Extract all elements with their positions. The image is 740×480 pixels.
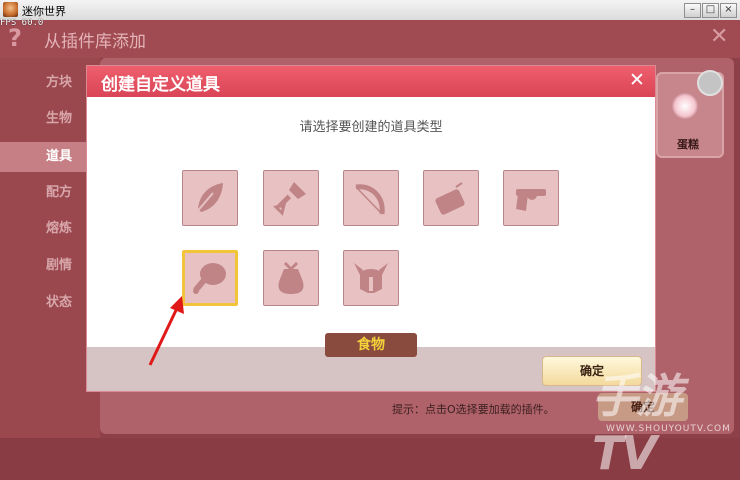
app-icon xyxy=(3,2,18,17)
window-close-button[interactable]: × xyxy=(720,3,737,18)
sidebar-item-recipes[interactable]: 配方 xyxy=(0,178,96,208)
shovel-icon xyxy=(273,182,306,216)
bow-icon xyxy=(355,184,385,215)
sidebar-item-story[interactable]: 剧情 xyxy=(0,251,96,281)
hint-text: 提示：点击O选择要加载的插件。 xyxy=(392,403,555,416)
maximize-button[interactable]: □ xyxy=(702,3,719,18)
annotation-arrow-icon xyxy=(148,296,184,366)
meat-drumstick-icon xyxy=(193,263,226,294)
type-tile-shovel[interactable] xyxy=(263,170,319,226)
selected-type-label: 食物 xyxy=(325,333,417,357)
plugin-select-toggle[interactable] xyxy=(697,70,723,96)
dynamite-icon xyxy=(435,182,465,215)
dialog-prompt: 请选择要创建的道具类型 xyxy=(299,120,443,135)
dialog-title: 创建自定义道具 xyxy=(101,75,220,95)
watermark-logo: 手游TV xyxy=(592,369,682,480)
type-tile-bag[interactable] xyxy=(263,250,319,306)
feather-icon xyxy=(194,183,223,215)
type-tile-bow[interactable] xyxy=(343,170,399,226)
sidebar-item-items[interactable]: 道具 xyxy=(0,142,96,172)
sidebar-item-blocks[interactable]: 方块 xyxy=(0,68,96,98)
type-tile-feather[interactable] xyxy=(182,170,238,226)
sidebar-item-creatures[interactable]: 生物 xyxy=(0,104,96,134)
type-tile-dynamite[interactable] xyxy=(423,170,479,226)
revolver-icon xyxy=(516,189,546,211)
type-tile-revolver[interactable] xyxy=(503,170,559,226)
sidebar-item-smelting[interactable]: 熔炼 xyxy=(0,214,96,244)
help-icon[interactable]: ? xyxy=(8,24,22,52)
dialog-header: 创建自定义道具 ✕ xyxy=(87,66,655,97)
type-tile-food[interactable] xyxy=(182,250,238,306)
sidebar-item-status[interactable]: 状态 xyxy=(0,288,96,318)
plugin-card-label: 蛋糕 xyxy=(677,138,699,151)
background-close-icon[interactable]: ✕ xyxy=(710,24,728,49)
watermark-url: WWW.SHOUYOUTV.COM xyxy=(606,424,731,434)
window-titlebar: 迷你世界 – □ × xyxy=(0,0,740,21)
type-tile-armor[interactable] xyxy=(343,250,399,306)
background-title: 从插件库添加 xyxy=(44,32,146,52)
horned-helmet-icon xyxy=(354,263,388,293)
minimize-button[interactable]: – xyxy=(684,3,701,18)
cake-icon xyxy=(672,93,698,119)
window-title: 迷你世界 xyxy=(22,5,66,18)
dialog-close-icon[interactable]: ✕ xyxy=(629,69,645,91)
sack-icon xyxy=(278,261,304,294)
